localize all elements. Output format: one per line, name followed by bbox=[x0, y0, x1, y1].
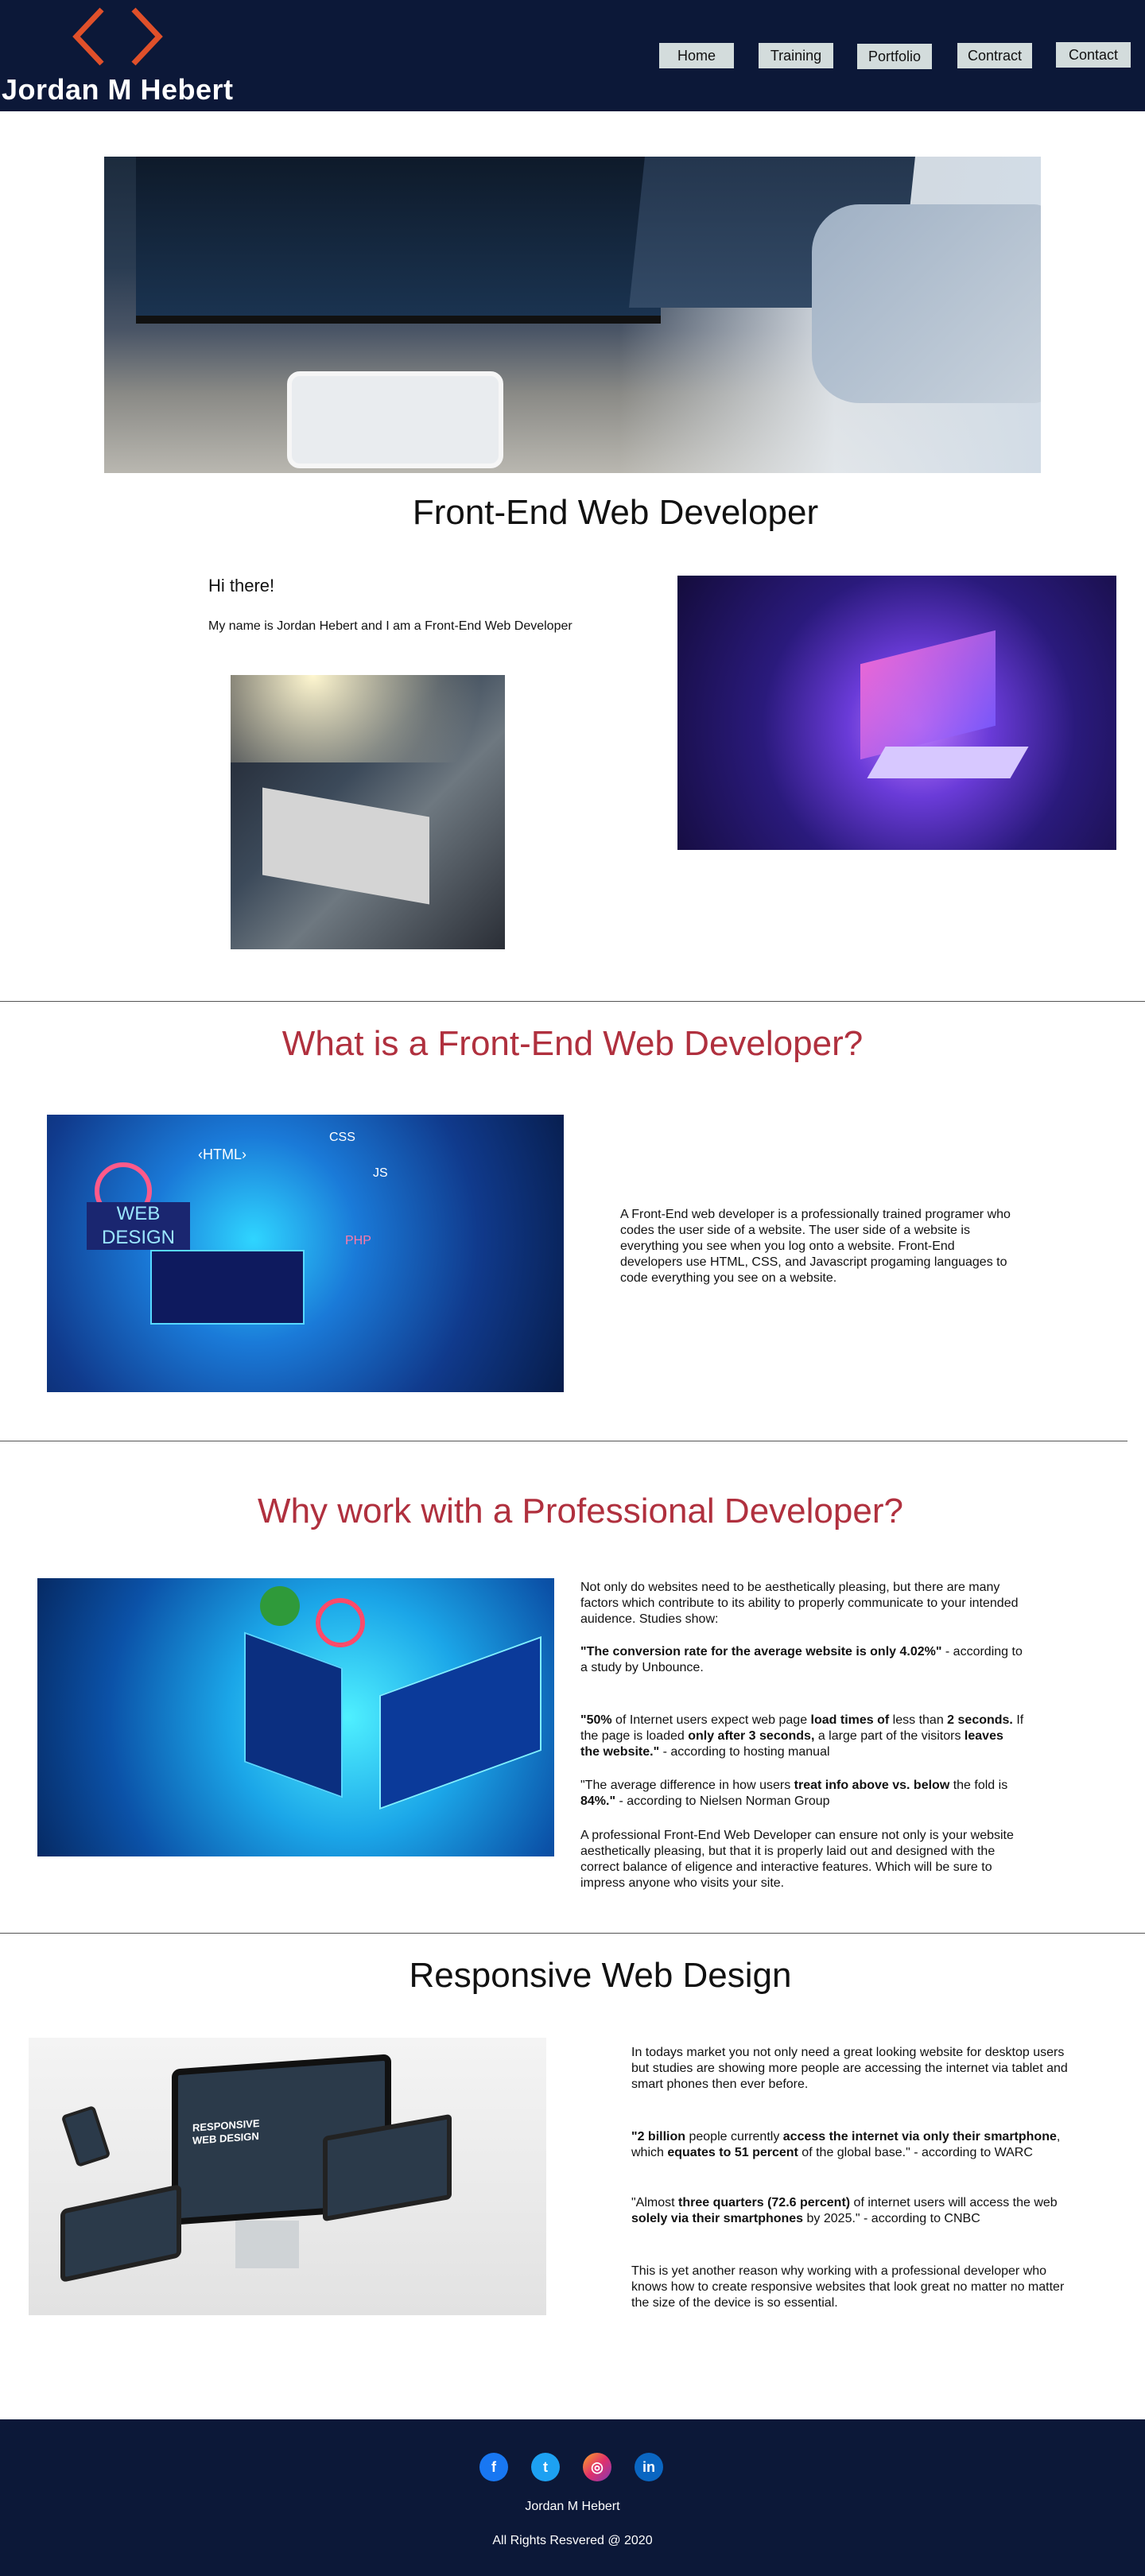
footer-name: Jordan M Hebert bbox=[525, 2500, 620, 2513]
stat-bold: access the internet via only their smart… bbox=[782, 2130, 1057, 2143]
what-title: What is a Front-End Web Developer? bbox=[281, 1024, 864, 1063]
web-design-illustration: WEB DESIGN ‹HTML› CSS JS PHP bbox=[47, 1115, 564, 1392]
why-conclusion: A professional Front-End Web Developer c… bbox=[580, 1829, 1014, 1890]
web-design-badge: WEB DESIGN bbox=[87, 1202, 190, 1250]
stat-bold: three quarters (72.6 percent) bbox=[678, 2196, 851, 2209]
responsive-stat-2025: "Almost three quarters (72.6 percent) of… bbox=[631, 2195, 1077, 2227]
intro-text: My name is Jordan Hebert and I am a Fron… bbox=[208, 619, 572, 633]
stat-bold: "The conversion rate for the average web… bbox=[580, 1645, 942, 1658]
facebook-icon[interactable]: f bbox=[479, 2453, 508, 2481]
stat-source: by 2025." - according to CNBC bbox=[803, 2212, 980, 2225]
stat-text: the fold is bbox=[949, 1779, 1008, 1792]
stat-bold: load times of bbox=[810, 1713, 890, 1727]
why-intro: Not only do websites need to be aestheti… bbox=[580, 1581, 1019, 1626]
isometric-laptop-image bbox=[677, 576, 1116, 850]
device-caption: RESPONSIVE WEB DESIGN bbox=[192, 2116, 260, 2147]
laptop-typing-image bbox=[231, 675, 505, 949]
person-arm-shape bbox=[812, 204, 1041, 403]
stat-text: people currently bbox=[685, 2130, 783, 2143]
developer-desk-illustration bbox=[37, 1578, 554, 1856]
responsive-conclusion: This is yet another reason why working w… bbox=[631, 2264, 1065, 2310]
stat-text: of Internet users expect web page bbox=[611, 1713, 811, 1727]
brand-name[interactable]: Jordan M Hebert bbox=[2, 73, 234, 107]
site-footer: f t ◎ in Jordan M Hebert All Rights Resv… bbox=[0, 2419, 1145, 2576]
divider bbox=[0, 1001, 1145, 1002]
why-stat-load-time: "50% of Internet users expect web page l… bbox=[580, 1713, 1026, 1760]
nav-training[interactable]: Training bbox=[759, 43, 833, 68]
responsive-devices-image: RESPONSIVE WEB DESIGN bbox=[29, 2038, 546, 2315]
hero-coding-image bbox=[104, 157, 1041, 473]
stat-bold: 84%." bbox=[580, 1794, 616, 1808]
twitter-icon[interactable]: t bbox=[531, 2453, 560, 2481]
linkedin-icon[interactable]: in bbox=[635, 2453, 663, 2481]
responsive-title: Responsive Web Design bbox=[409, 1956, 792, 1995]
stat-bold: 2 seconds. bbox=[947, 1713, 1013, 1727]
what-description: A Front-End web developer is a professio… bbox=[620, 1208, 1011, 1285]
nav-contact[interactable]: Contact bbox=[1056, 42, 1131, 68]
stat-bold: "2 billion bbox=[631, 2130, 686, 2143]
nav-contract[interactable]: Contract bbox=[957, 43, 1032, 68]
stat-source: - according to hosting manual bbox=[659, 1745, 830, 1759]
stat-bold: solely via their smartphones bbox=[631, 2212, 804, 2225]
responsive-intro: In todays market you not only need a gre… bbox=[631, 2046, 1068, 2091]
stat-text: of internet users will access the web bbox=[850, 2196, 1058, 2209]
site-header: Jordan M Hebert Home Training Portfolio … bbox=[0, 0, 1145, 111]
instagram-icon[interactable]: ◎ bbox=[583, 2453, 611, 2481]
stat-source: - according to Nielsen Norman Group bbox=[615, 1794, 830, 1808]
stat-text: "Almost bbox=[631, 2196, 679, 2209]
why-stat-fold: "The average difference in how users tre… bbox=[580, 1778, 1026, 1810]
page-title: Front-End Web Developer bbox=[412, 493, 819, 532]
tablet-shape bbox=[287, 371, 503, 468]
stat-text: a large part of the visitors bbox=[814, 1729, 965, 1743]
stat-bold: equates to 51 percent bbox=[667, 2146, 798, 2159]
stat-text: "The average difference in how users bbox=[580, 1779, 794, 1792]
stat-text: less than bbox=[889, 1713, 948, 1727]
nav-home[interactable]: Home bbox=[659, 43, 734, 68]
divider bbox=[0, 1933, 1145, 1934]
stat-source: of the global base." - according to WARC bbox=[798, 2146, 1033, 2159]
intro-greeting: Hi there! bbox=[208, 576, 275, 596]
footer-copyright: All Rights Resvered @ 2020 bbox=[492, 2534, 653, 2547]
nav-portfolio[interactable]: Portfolio bbox=[857, 44, 932, 69]
responsive-stat-smartphone: "2 billion people currently access the i… bbox=[631, 2129, 1077, 2161]
phone-device bbox=[60, 2105, 111, 2168]
stat-bold: only after 3 seconds, bbox=[688, 1729, 815, 1743]
code-brackets-logo-icon[interactable] bbox=[70, 3, 165, 70]
monitor-shape bbox=[136, 157, 661, 324]
why-stat-conversion: "The conversion rate for the average web… bbox=[580, 1644, 1026, 1676]
stat-bold: treat info above vs. below bbox=[794, 1779, 950, 1792]
why-title: Why work with a Professional Developer? bbox=[258, 1492, 903, 1530]
stat-bold: "50% bbox=[580, 1713, 612, 1727]
tablet-device bbox=[60, 2183, 181, 2283]
